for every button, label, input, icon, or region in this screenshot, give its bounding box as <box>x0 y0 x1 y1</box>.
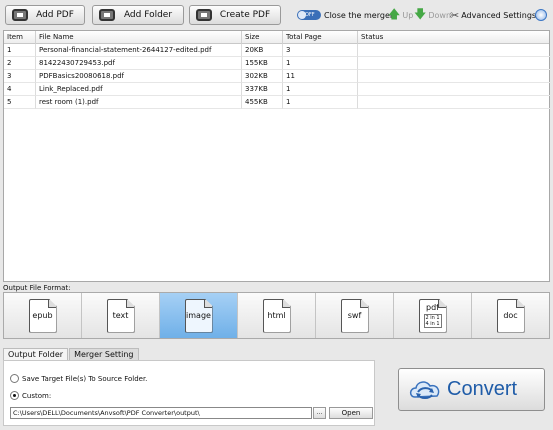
add-folder-label: Add Folder <box>123 10 173 20</box>
move-up-button[interactable]: 🡅 Up <box>388 7 414 22</box>
text-file-icon: text <box>106 298 135 333</box>
down-label: Down <box>428 10 452 20</box>
up-arrow-icon: 🡅 <box>388 6 401 21</box>
format-pdf[interactable]: pdf 2 in 1 4 in 1 <box>394 293 472 338</box>
convert-cloud-icon <box>409 380 440 399</box>
table-row[interactable]: 4 Link_Replaced.pdf 337KB 1 <box>4 83 551 96</box>
help-icon[interactable] <box>535 9 547 21</box>
add-pdf-label: Add PDF <box>36 10 74 20</box>
cell-size: 302KB <box>242 70 283 83</box>
settings-tabs: Output Folder Merger Setting <box>3 348 140 360</box>
open-button[interactable]: Open <box>329 407 373 419</box>
folder-icon <box>97 8 119 22</box>
cell-file-name: PDFBasics20080618.pdf <box>36 70 242 83</box>
cell-total-page: 1 <box>283 83 358 96</box>
cell-total-page: 1 <box>283 96 358 109</box>
format-epub[interactable]: epub <box>4 293 82 338</box>
up-label: Up <box>402 10 414 20</box>
format-doc[interactable]: doc <box>472 293 549 338</box>
close-merger-label: Close the merger <box>324 10 394 20</box>
tools-icon: ✂ <box>450 8 460 22</box>
format-html-label: html <box>267 311 286 320</box>
file-table[interactable]: Item File Name Size Total Page Status 1 … <box>3 30 551 282</box>
cell-size: 20KB <box>242 44 283 57</box>
pdf-merge-option-label: 2 in 1 4 in 1 <box>423 313 442 328</box>
format-swf-label: swf <box>347 311 362 320</box>
pdf-file-icon <box>10 8 32 22</box>
cell-item: 4 <box>4 83 36 96</box>
column-file-name[interactable]: File Name <box>36 31 242 44</box>
doc-file-icon: doc <box>496 298 525 333</box>
merger-toggle-group[interactable]: OFF Close the merger <box>297 8 393 22</box>
cell-size: 337KB <box>242 83 283 96</box>
convert-label: Convert <box>447 378 518 400</box>
image-file-icon: image <box>184 298 213 333</box>
cell-total-page: 3 <box>283 44 358 57</box>
column-status[interactable]: Status <box>358 31 551 44</box>
output-path-field[interactable]: C:\Users\DELL\Documents\Anvsoft\PDF Conv… <box>10 407 312 419</box>
cell-size: 155KB <box>242 57 283 70</box>
cell-status <box>358 44 551 57</box>
column-item[interactable]: Item <box>4 31 36 44</box>
down-arrow-icon: 🡇 <box>414 6 427 21</box>
cell-file-name: Link_Replaced.pdf <box>36 83 242 96</box>
table-row[interactable]: 3 PDFBasics20080618.pdf 302KB 11 <box>4 70 551 83</box>
cell-file-name: 81422430729453.pdf <box>36 57 242 70</box>
table-row[interactable]: 1 Personal-financial-statement-2644127-e… <box>4 44 551 57</box>
table-header: Item File Name Size Total Page Status <box>4 31 549 44</box>
format-text-label: text <box>112 311 129 320</box>
format-selector: epub text image html swf pdf 2 in 1 4 in… <box>3 292 550 339</box>
column-total-page[interactable]: Total Page <box>283 31 358 44</box>
toolbar: Add PDF Add Folder Create PDF OFF Close … <box>0 0 553 30</box>
create-pdf-icon <box>194 8 216 22</box>
create-pdf-label: Create PDF <box>219 10 271 20</box>
merger-toggle[interactable]: OFF <box>297 10 321 20</box>
source-folder-option[interactable]: Save Target File(s) To Source Folder. <box>10 374 147 383</box>
format-html[interactable]: html <box>238 293 316 338</box>
output-format-label: Output File Format: <box>3 284 71 292</box>
cell-status <box>358 96 551 109</box>
table-row[interactable]: 5 rest room (1).pdf 455KB 1 <box>4 96 551 109</box>
table-row[interactable]: 2 81422430729453.pdf 155KB 1 <box>4 57 551 70</box>
add-pdf-button[interactable]: Add PDF <box>5 5 85 25</box>
cell-size: 455KB <box>242 96 283 109</box>
move-down-button[interactable]: 🡇 Down <box>414 7 452 22</box>
advanced-settings-label: Advanced Settings <box>461 10 537 20</box>
cell-status <box>358 57 551 70</box>
convert-button[interactable]: Convert <box>398 368 545 411</box>
browse-button[interactable]: ... <box>313 407 326 419</box>
cell-item: 1 <box>4 44 36 57</box>
swf-file-icon: swf <box>340 298 369 333</box>
cell-total-page: 11 <box>283 70 358 83</box>
format-image[interactable]: image <box>160 293 238 338</box>
epub-file-icon: epub <box>28 298 57 333</box>
add-folder-button[interactable]: Add Folder <box>92 5 184 25</box>
column-size[interactable]: Size <box>242 31 283 44</box>
html-file-icon: html <box>262 298 291 333</box>
format-doc-label: doc <box>503 311 518 320</box>
format-image-label: image <box>186 311 211 320</box>
cell-item: 2 <box>4 57 36 70</box>
format-swf[interactable]: swf <box>316 293 394 338</box>
output-folder-panel: Save Target File(s) To Source Folder. Cu… <box>3 360 375 426</box>
source-folder-radio[interactable] <box>10 374 19 383</box>
tab-merger-setting[interactable]: Merger Setting <box>69 348 139 360</box>
cell-item: 3 <box>4 70 36 83</box>
cell-item: 5 <box>4 96 36 109</box>
custom-folder-option[interactable]: Custom: <box>10 391 51 400</box>
create-pdf-button[interactable]: Create PDF <box>189 5 281 25</box>
custom-folder-label: Custom: <box>22 391 52 400</box>
cell-total-page: 1 <box>283 57 358 70</box>
custom-folder-radio[interactable] <box>10 391 19 400</box>
format-text[interactable]: text <box>82 293 160 338</box>
cell-status <box>358 83 551 96</box>
tab-output-folder[interactable]: Output Folder <box>3 348 69 360</box>
cell-file-name: rest room (1).pdf <box>36 96 242 109</box>
format-epub-label: epub <box>32 311 53 320</box>
cell-status <box>358 70 551 83</box>
source-folder-label: Save Target File(s) To Source Folder. <box>22 374 148 383</box>
pdf-file-icon: pdf 2 in 1 4 in 1 <box>418 298 447 333</box>
advanced-settings-button[interactable]: ✂ Advanced Settings <box>450 8 536 22</box>
cell-file-name: Personal-financial-statement-2644127-edi… <box>36 44 242 57</box>
